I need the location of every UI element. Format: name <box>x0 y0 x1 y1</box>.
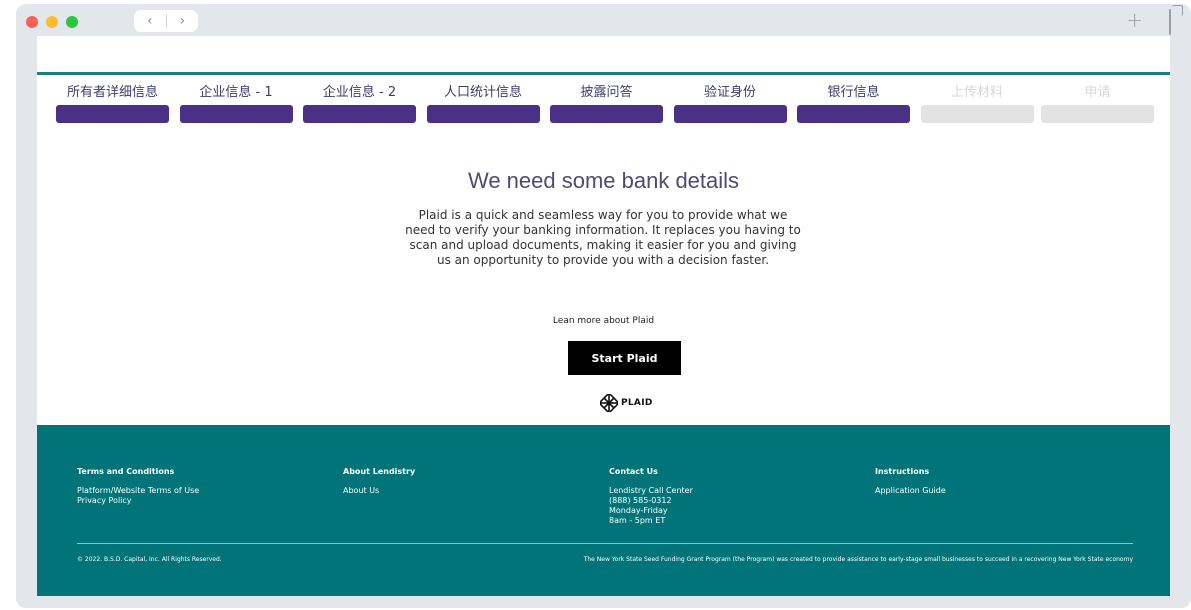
step-bar <box>426 105 540 123</box>
step-label: 披露问答 <box>580 85 633 100</box>
browser-window: ‹ › + 所有者详细信息 企业信息 - 1 企业信息 - 2 人口统计信息 披… <box>16 4 1191 608</box>
web-page: 所有者详细信息 企业信息 - 1 企业信息 - 2 人口统计信息 披露问答 验证… <box>37 36 1170 596</box>
step-bar <box>797 105 910 123</box>
forward-icon[interactable]: › <box>167 10 199 32</box>
step-label: 企业信息 - 1 <box>199 85 273 100</box>
footer-col-instructions: Instructions Application Guide <box>875 467 946 496</box>
footer-hours-days: Monday-Friday <box>609 506 668 515</box>
footer-divider <box>77 543 1133 544</box>
step-bar <box>56 105 169 123</box>
step-bar <box>673 105 787 123</box>
footer-col-terms: Terms and Conditions Platform/Website Te… <box>77 467 199 506</box>
program-note: The New York State Seed Funding Grant Pr… <box>583 556 1133 563</box>
step-label: 银行信息 <box>827 85 880 100</box>
plaid-description: Plaid is a quick and seamless way for yo… <box>405 208 801 267</box>
step-bank-info[interactable]: 银行信息 <box>797 84 910 124</box>
footer-link-privacy-policy[interactable]: Privacy Policy <box>77 496 199 506</box>
back-icon[interactable]: ‹ <box>134 10 166 32</box>
step-label: 申请 <box>1084 85 1111 100</box>
page-title: We need some bank details <box>467 168 740 193</box>
step-label: 所有者详细信息 <box>66 85 158 100</box>
site-footer: Terms and Conditions Platform/Website Te… <box>37 425 1170 596</box>
zoom-window-button[interactable] <box>66 16 78 28</box>
footer-call-center: Lendistry Call Center <box>609 486 693 495</box>
footer-phone-link[interactable]: (888) 585-0312 <box>609 496 693 506</box>
step-label: 验证身份 <box>703 85 756 100</box>
step-bar <box>303 105 416 123</box>
step-demographics[interactable]: 人口统计信息 <box>426 84 540 124</box>
step-verify-identity[interactable]: 验证身份 <box>673 84 787 124</box>
footer-col-about: About Lendistry About Us <box>343 467 415 496</box>
progress-steps: 所有者详细信息 企业信息 - 1 企业信息 - 2 人口统计信息 披露问答 验证… <box>56 84 1154 124</box>
step-upload-materials: 上传材料 <box>920 84 1034 124</box>
copyright-text: © 2022. B.S.D. Capital, Inc. All Rights … <box>77 556 222 563</box>
plaid-logo-text: PLAID <box>621 398 653 408</box>
plaid-logo: PLAID <box>600 394 653 412</box>
step-business-info-2[interactable]: 企业信息 - 2 <box>303 84 416 124</box>
step-disclosure-qa[interactable]: 披露问答 <box>550 84 663 124</box>
new-tab-icon[interactable]: + <box>1126 10 1143 30</box>
step-owner-details[interactable]: 所有者详细信息 <box>56 84 169 124</box>
footer-heading: Terms and Conditions <box>77 467 175 476</box>
history-nav: ‹ › <box>134 10 198 32</box>
step-label: 企业信息 - 2 <box>322 85 397 100</box>
footer-link-application-guide[interactable]: Application Guide <box>875 486 946 496</box>
plaid-logo-icon <box>600 394 618 412</box>
tab-overview-icon[interactable] <box>1169 9 1171 35</box>
title-bar: ‹ › + <box>16 4 1191 36</box>
step-business-info-1[interactable]: 企业信息 - 1 <box>179 84 293 124</box>
footer-link-about-us[interactable]: About Us <box>343 486 415 496</box>
step-label: 人口统计信息 <box>443 85 522 100</box>
footer-link-terms-of-use[interactable]: Platform/Website Terms of Use <box>77 486 199 496</box>
learn-more-link[interactable]: Lean more about Plaid <box>37 316 1170 326</box>
footer-hours-time: 8am - 5pm ET <box>609 516 666 525</box>
step-bar <box>920 105 1034 123</box>
step-bar <box>179 105 293 123</box>
footer-heading: Instructions <box>875 467 930 476</box>
start-plaid-button[interactable]: Start Plaid <box>568 341 681 375</box>
step-label: 上传材料 <box>950 85 1003 100</box>
close-window-button[interactable] <box>26 16 38 28</box>
minimize-window-button[interactable] <box>46 16 58 28</box>
header-accent-line <box>37 72 1170 75</box>
footer-col-contact: Contact Us Lendistry Call Center (888) 5… <box>609 467 693 526</box>
footer-heading: About Lendistry <box>343 467 416 476</box>
step-bar <box>550 105 663 123</box>
step-bar <box>1041 105 1154 123</box>
footer-heading: Contact Us <box>609 467 658 476</box>
step-apply: 申请 <box>1041 84 1154 124</box>
